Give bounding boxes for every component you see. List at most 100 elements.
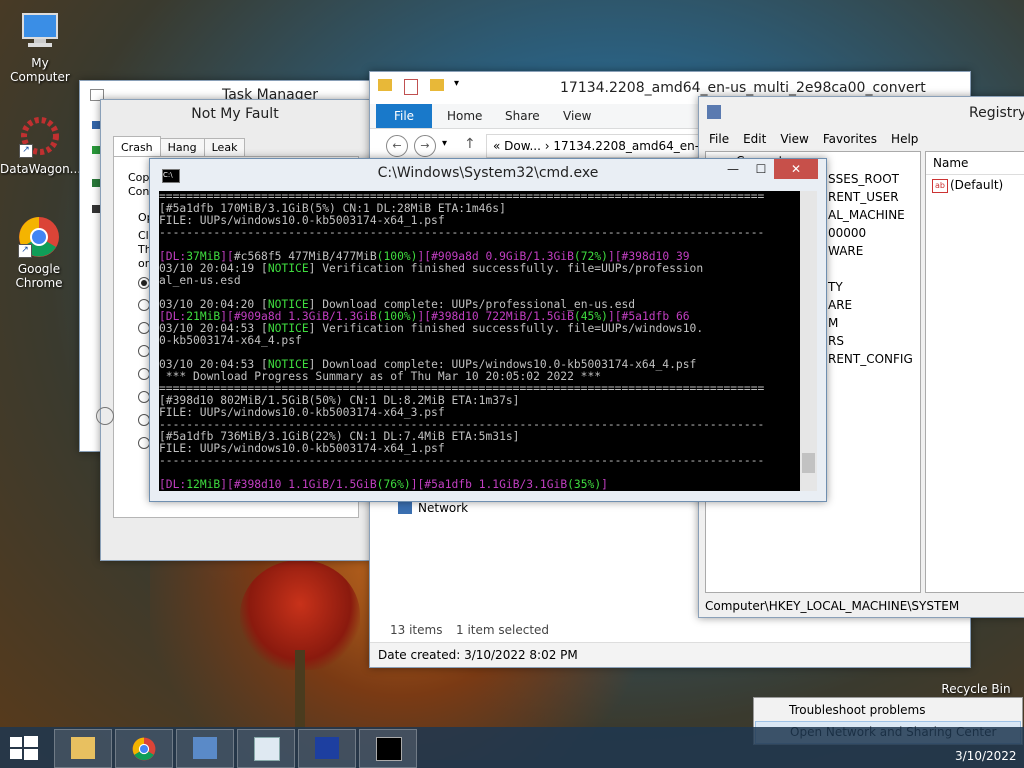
bracket-text: ] [601, 478, 608, 491]
folder-icon [378, 79, 392, 91]
cmd-icon [376, 737, 402, 761]
menu-favorites[interactable]: Favorites [823, 129, 877, 149]
taskbar-explorer-button[interactable] [54, 729, 112, 768]
date-created-text: Date created: 3/10/2022 8:02 PM [378, 648, 578, 662]
desktop-icon-label: Google Chrome [15, 262, 63, 290]
cmd-window[interactable]: C:\ C:\Windows\System32\cmd.exe — ☐ ✕ ==… [149, 158, 827, 502]
tree-key[interactable]: RENT_CONFIG [828, 352, 913, 366]
taskbar-date[interactable]: 3/10/2022 [955, 749, 1017, 763]
tree-key[interactable]: WARE [828, 244, 863, 258]
taskbar-task-manager-button[interactable] [237, 729, 295, 768]
message-text: ] Verification finished successfully. fi… [308, 322, 704, 335]
console-scrollbar[interactable] [800, 191, 817, 491]
new-folder-icon[interactable] [430, 79, 444, 91]
shortcut-arrow-icon: ↗ [18, 244, 32, 258]
string-value-icon: ab [932, 179, 948, 193]
tab-hang[interactable]: Hang [159, 138, 205, 156]
tab-leak[interactable]: Leak [203, 138, 246, 156]
registry-icon [193, 737, 217, 759]
chrome-icon [132, 737, 156, 761]
menu-item-troubleshoot[interactable]: Troubleshoot problems [755, 700, 1021, 721]
wallpaper-stem [295, 650, 305, 730]
notmyfault-icon [315, 737, 339, 759]
taskbar-registry-button[interactable] [176, 729, 234, 768]
datawagon-icon: ↗ [19, 116, 61, 158]
tree-key[interactable]: M [828, 316, 838, 330]
menu-view[interactable]: View [780, 129, 808, 149]
menu-file[interactable]: File [709, 129, 729, 149]
console-line: 03/10 20:04:19 [NOTICE] Verification fin… [159, 263, 800, 275]
up-arrow-icon[interactable]: ↑ [464, 136, 476, 152]
folder-icon [71, 737, 95, 759]
network-icon [398, 502, 412, 514]
value-default[interactable]: (Default) [950, 178, 1003, 192]
tab-crash[interactable]: Crash [113, 136, 161, 156]
tree-key[interactable]: AL_MACHINE [828, 208, 905, 222]
recent-locations-icon[interactable]: ▾ [442, 138, 447, 149]
ribbon-tab-view[interactable]: View [563, 104, 591, 128]
scrollbar-thumb[interactable] [802, 453, 815, 473]
minimize-button[interactable]: — [720, 159, 746, 179]
chrome-icon: ↗ [18, 216, 60, 258]
registry-icon [707, 105, 721, 119]
console-line: 0-kb5003174-x64_4.psf [159, 334, 302, 347]
bracket-text: [DL: [159, 478, 187, 491]
list-bullet-icon [92, 205, 100, 213]
taskbar-cmd-button[interactable] [359, 729, 417, 768]
back-icon[interactable]: ← [386, 135, 408, 157]
values-header: Name [926, 152, 1024, 175]
taskbar-notmyfault-button[interactable] [298, 729, 356, 768]
cmd-icon: C:\ [162, 169, 180, 183]
selection-count: 1 item selected [456, 623, 550, 637]
message-text: ] Verification finished successfully. fi… [308, 262, 704, 275]
desktop-icon-my-computer[interactable]: My Computer [0, 10, 80, 84]
desktop-icon-label: Recycle Bin [941, 682, 1011, 696]
tree-key[interactable]: TY [828, 280, 843, 294]
menu-help[interactable]: Help [891, 129, 918, 149]
address-breadcrumb[interactable]: « Dow... › 17134.2208_amd64_en- [486, 134, 714, 158]
console-line: al_en-us.esd [159, 274, 241, 287]
tree-key[interactable]: RENT_USER [828, 190, 899, 204]
progress-text: ][#5a1dfb 1.1GiB/3.1GiB [410, 478, 568, 491]
registry-values-pane[interactable]: Name ab (Default) [925, 151, 1024, 593]
list-bullet-icon [92, 179, 100, 187]
menu-edit[interactable]: Edit [743, 129, 766, 149]
option-text: or [138, 257, 150, 270]
tree-key[interactable]: 00000 [828, 226, 866, 240]
shortcut-arrow-icon: ↗ [19, 144, 33, 158]
column-header-name[interactable]: Name [933, 156, 968, 170]
taskbar-chrome-button[interactable] [115, 729, 173, 768]
window-title: Registry [969, 105, 1024, 121]
computer-icon [19, 10, 61, 52]
console-line: ----------------------------------------… [159, 226, 765, 239]
windows-start-icon[interactable] [10, 736, 38, 760]
ribbon-tab-file[interactable]: File [376, 104, 432, 128]
window-title: Not My Fault [191, 106, 279, 122]
tree-key[interactable]: RS [828, 334, 844, 348]
tab-strip: Crash Hang Leak [113, 136, 246, 156]
ribbon-tab-home[interactable]: Home [447, 104, 482, 128]
properties-icon[interactable] [404, 79, 418, 95]
nav-pane-network[interactable]: Network [418, 501, 468, 515]
desktop-icon-datawagon[interactable]: ↗ DataWagon... [0, 116, 82, 176]
task-manager-icon [254, 737, 280, 761]
maximize-button[interactable]: ☐ [748, 159, 774, 179]
forward-icon[interactable]: → [414, 135, 436, 157]
tree-key[interactable]: SSES_ROOT [828, 172, 899, 186]
progress-text: ][#398d10 1.1GiB/1.5GiB [220, 478, 377, 491]
registry-status-path: Computer\HKEY_LOCAL_MACHINE\SYSTEM [705, 599, 960, 613]
console-output[interactable]: ========================================… [159, 191, 800, 491]
close-button[interactable]: ✕ [774, 159, 818, 179]
scroll-circle [96, 407, 114, 425]
desktop-icon-label: DataWagon... [0, 162, 82, 176]
list-bullet-icon [92, 121, 100, 129]
menu-bar: File Edit View Favorites Help [699, 129, 1024, 149]
quick-access-dropdown-icon[interactable]: ▾ [454, 78, 459, 89]
list-bullet-icon [92, 146, 100, 154]
ribbon-tab-share[interactable]: Share [505, 104, 540, 128]
desktop-icon-chrome[interactable]: ↗ Google Chrome [0, 216, 78, 290]
item-count: 13 items [390, 623, 443, 637]
tree-key[interactable]: ARE [828, 298, 852, 312]
console-line: ----------------------------------------… [159, 454, 765, 467]
console-line: [DL:12MiB][#398d10 1.1GiB/1.5GiB(76%)][#… [159, 479, 800, 491]
